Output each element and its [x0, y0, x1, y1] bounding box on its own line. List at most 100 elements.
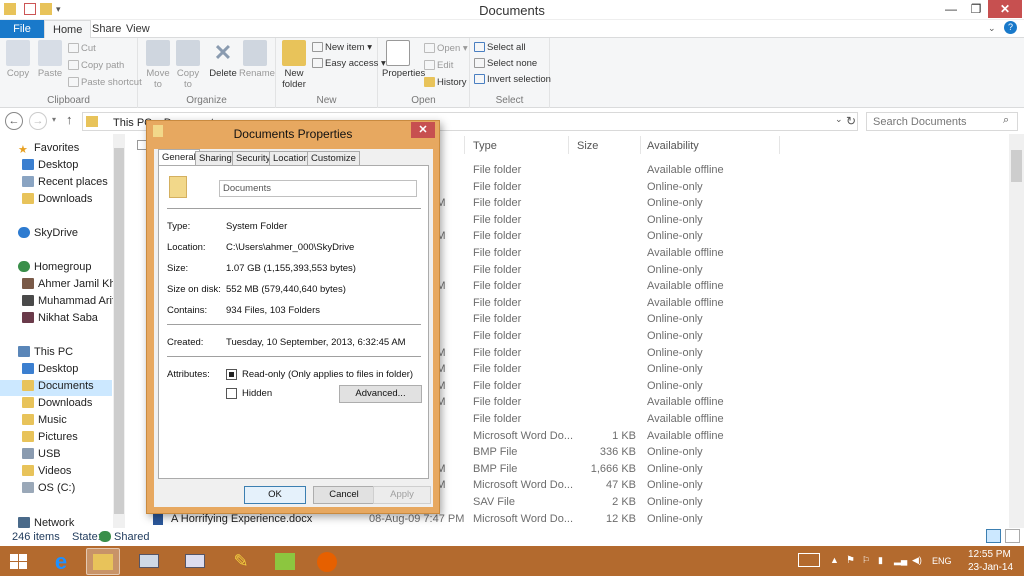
input-language[interactable]: ENG	[932, 556, 952, 566]
nav-network-label: Network	[34, 517, 75, 528]
pen-tool-icon[interactable]: ✎	[224, 548, 258, 575]
nav-favorites-label: Favorites	[34, 142, 80, 154]
nav-pc-downloads[interactable]: Downloads	[22, 397, 92, 413]
cancel-button[interactable]: Cancel	[313, 486, 375, 504]
nav-recent[interactable]: Recent places	[22, 176, 108, 192]
advanced-button[interactable]: Advanced...	[339, 385, 422, 403]
new-folder-button[interactable]: New folder	[278, 40, 310, 90]
new-item-button[interactable]: New item ▾	[312, 42, 372, 53]
invert-selection-button[interactable]: Invert selection	[474, 74, 551, 85]
nav-homegroup-user-3[interactable]: Nikhat Saba	[22, 312, 98, 328]
nav-thispc[interactable]: This PC	[18, 346, 73, 362]
minimize-button[interactable]: —	[938, 0, 964, 18]
firefox-icon[interactable]	[310, 548, 344, 575]
internet-explorer-icon[interactable]: e	[44, 548, 78, 575]
properties-button[interactable]: Properties	[382, 40, 425, 79]
open-button[interactable]: Open ▾	[424, 43, 468, 54]
nav-pc-videos-label: Videos	[38, 465, 72, 477]
monitor-taskbar-icon[interactable]	[178, 548, 212, 575]
nav-homegroup-user-1[interactable]: Ahmer Jamil Khan	[22, 278, 125, 294]
nav-pc-videos[interactable]: Videos	[22, 465, 71, 481]
app-4-icon[interactable]	[268, 548, 302, 575]
details-view-icon[interactable]	[986, 529, 1001, 543]
nav-pc-documents[interactable]: Documents	[0, 380, 112, 396]
file-explorer-icon[interactable]	[86, 548, 120, 575]
large-icons-view-icon[interactable]	[1005, 529, 1020, 543]
help-icon[interactable]: ?	[1004, 21, 1017, 34]
file-list-scrollbar-thumb[interactable]	[1011, 150, 1022, 182]
flag-2-icon[interactable]: ⚐	[862, 555, 870, 566]
nav-pc-usb[interactable]: USB	[22, 448, 61, 464]
dialog-body: General Sharing Security Location Custom…	[154, 149, 433, 507]
nav-downloads[interactable]: Downloads	[22, 193, 92, 209]
clock-time[interactable]: 12:55 PM	[968, 549, 1011, 560]
select-none-button[interactable]: Select none	[474, 58, 537, 69]
hidden-checkbox[interactable]	[226, 388, 237, 399]
nav-network[interactable]: Network	[18, 517, 74, 528]
windows-start-icon[interactable]	[10, 554, 28, 570]
copy-to-button[interactable]: Copy to	[172, 40, 204, 90]
apply-button[interactable]: Apply	[373, 486, 431, 504]
nav-pc-pictures[interactable]: Pictures	[22, 431, 78, 447]
refresh-icon[interactable]: ↻	[846, 114, 856, 128]
ok-button[interactable]: OK	[244, 486, 306, 504]
folder-name-input[interactable]: Documents	[219, 180, 417, 197]
search-box[interactable]: Search Documents ⌕	[866, 112, 1018, 131]
paste-button[interactable]: Paste	[34, 40, 66, 79]
address-dropdown-icon[interactable]: ⌄	[835, 114, 843, 125]
paste-shortcut-button[interactable]: Paste shortcut	[68, 77, 142, 88]
tab-security[interactable]: Security	[232, 151, 275, 165]
column-header-size[interactable]: Size	[577, 140, 598, 152]
chevron-down-icon[interactable]: ⌄	[988, 23, 996, 34]
volume-icon[interactable]: ◀)	[912, 555, 922, 566]
back-icon[interactable]: ←	[5, 112, 23, 130]
cut-button[interactable]: Cut	[68, 43, 96, 54]
computer-taskbar-icon[interactable]	[132, 548, 166, 575]
open-label: Open	[437, 43, 461, 54]
easy-access-button[interactable]: Easy access ▾	[312, 58, 386, 69]
nav-skydrive[interactable]: SkyDrive	[18, 227, 78, 243]
flag-icon[interactable]: ⚑	[846, 555, 855, 566]
tab-general[interactable]: General	[158, 149, 200, 166]
move-to-button[interactable]: Move to	[142, 40, 174, 90]
delete-button[interactable]: ✕ Delete	[207, 40, 239, 79]
table-row[interactable]: A Horrifying Experience.docx 08-Aug-09 7…	[127, 512, 1009, 528]
tab-sharing[interactable]: Sharing	[195, 151, 236, 165]
file-type: File folder	[473, 413, 522, 425]
nav-pc-os[interactable]: OS (C:)	[22, 482, 75, 498]
edit-button[interactable]: Edit	[424, 60, 453, 71]
up-arrow-icon[interactable]: ↑	[66, 112, 73, 127]
history-button[interactable]: History	[424, 77, 467, 88]
clock-date[interactable]: 23-Jan-14	[968, 562, 1013, 573]
battery-icon[interactable]: ▮	[878, 555, 883, 566]
nav-desktop[interactable]: Desktop	[22, 159, 78, 175]
dialog-close-button[interactable]: ✕	[411, 122, 435, 138]
recent-locations-icon[interactable]: ▾	[52, 115, 56, 124]
close-button[interactable]: ✕	[988, 0, 1022, 18]
select-all-button[interactable]: Select all	[474, 42, 526, 53]
copy-button[interactable]: Copy	[2, 40, 34, 79]
file-type: Microsoft Word Do...	[473, 513, 574, 525]
keyboard-icon[interactable]	[798, 553, 820, 567]
nav-pc-desktop[interactable]: Desktop	[22, 363, 78, 379]
copy-path-button[interactable]: Copy path	[68, 60, 124, 71]
read-only-checkbox[interactable]	[226, 369, 237, 380]
column-header-availability[interactable]: Availability	[647, 140, 699, 152]
tab-customize[interactable]: Customize	[307, 151, 360, 165]
tab-file[interactable]: File	[0, 20, 44, 38]
nav-favorites[interactable]: ★ Favorites	[18, 142, 79, 158]
network-signal-icon[interactable]: ▂▄	[894, 555, 907, 566]
nav-scrollbar-thumb[interactable]	[114, 148, 124, 514]
file-availability: Available offline	[647, 413, 724, 425]
nav-homegroup[interactable]: Homegroup	[18, 261, 91, 277]
file-list-scrollbar[interactable]	[1009, 134, 1024, 528]
column-header-type[interactable]: Type	[473, 140, 497, 152]
nav-pc-music[interactable]: Music	[22, 414, 67, 430]
show-hidden-icons-icon[interactable]: ▲	[830, 555, 839, 565]
nav-pc-os-label: OS (C:)	[38, 482, 76, 494]
tab-view[interactable]: View	[118, 20, 158, 38]
rename-button[interactable]: Rename	[239, 40, 275, 79]
nav-homegroup-user-2[interactable]: Muhammad Arif K	[22, 295, 125, 311]
forward-icon[interactable]: →	[29, 112, 47, 130]
maximize-button[interactable]: ❐	[964, 0, 988, 18]
